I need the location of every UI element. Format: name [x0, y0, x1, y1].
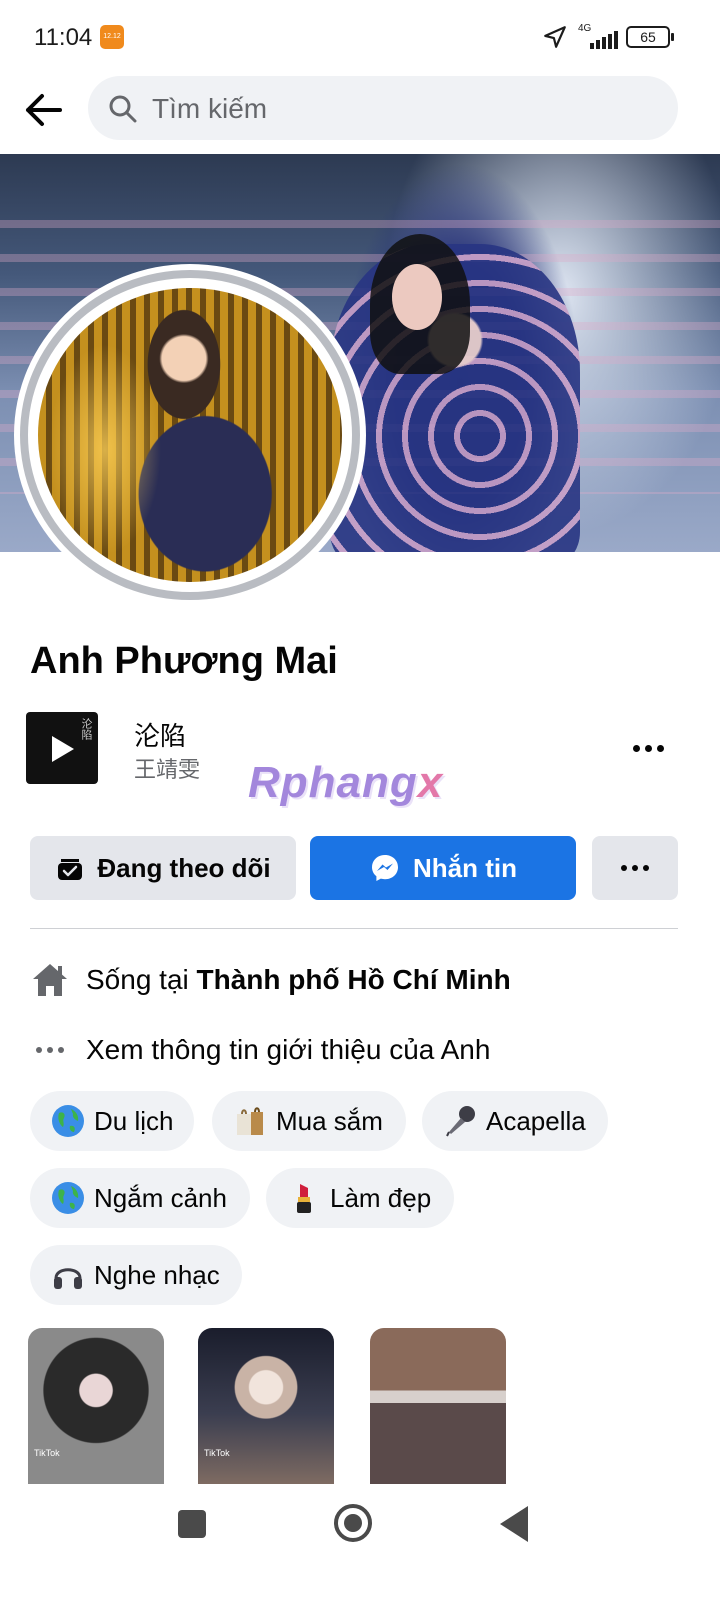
status-bar: 11:04 12.12 4G 65 [0, 0, 720, 72]
status-indicators: 4G 65 [542, 22, 674, 52]
microphone-icon [442, 1103, 478, 1139]
status-time: 11:04 [34, 24, 93, 51]
featured-story[interactable] [370, 1328, 506, 1484]
watermark: Rphangx [248, 758, 444, 807]
more-dots-icon [621, 836, 649, 900]
profile-more-button[interactable] [592, 836, 678, 900]
home-icon [30, 960, 70, 1000]
music-more-button[interactable] [618, 728, 678, 768]
profile-name: Anh Phương Mai [30, 640, 338, 682]
interest-label: Mua sắm [276, 1105, 383, 1136]
headphones-icon [50, 1257, 86, 1293]
profile-avatar[interactable] [14, 264, 366, 606]
interest-chip[interactable]: Nghe nhạc [30, 1245, 242, 1305]
globe-icon [50, 1103, 86, 1139]
play-icon [52, 736, 74, 762]
interest-label: Nghe nhạc [94, 1259, 220, 1290]
shopping-bag-icon [232, 1103, 268, 1139]
interest-label: Du lịch [94, 1105, 174, 1136]
top-bar: Tìm kiếm [0, 72, 720, 152]
shopee-notification-icon: 12.12 [100, 25, 124, 49]
following-label: Đang theo dõi [97, 852, 271, 883]
interest-chip[interactable]: Acapella [422, 1091, 608, 1151]
interest-label: Acapella [486, 1105, 586, 1136]
following-button[interactable]: Đang theo dõi [30, 836, 296, 900]
music-artist: 王靖雯 [134, 757, 201, 782]
lives-in-text: Sống tại Thành phố Hồ Chí Minh [86, 964, 511, 995]
search-bar[interactable]: Tìm kiếm [88, 76, 678, 140]
location-arrow-icon [544, 26, 566, 48]
about-row[interactable]: Xem thông tin giới thiệu của Anh [30, 1028, 490, 1072]
lipstick-icon [286, 1180, 322, 1216]
globe-icon [50, 1180, 86, 1216]
message-label: Nhắn tin [413, 852, 517, 883]
back-button[interactable] [20, 86, 68, 134]
messenger-icon [372, 855, 398, 881]
about-label: Xem thông tin giới thiệu của Anh [86, 1034, 491, 1065]
interest-chip[interactable]: Du lịch [30, 1091, 194, 1151]
featured-story[interactable]: TikTok [28, 1328, 164, 1484]
more-dots-icon [618, 728, 678, 768]
system-back-button[interactable] [500, 1506, 528, 1542]
battery-icon: 65 [626, 26, 674, 48]
divider [30, 928, 678, 929]
music-play-button[interactable]: 沦陷 [26, 712, 98, 784]
tiktok-badge: TikTok [204, 1448, 230, 1458]
interest-label: Làm đẹp [330, 1182, 432, 1213]
more-dots-icon [30, 1030, 70, 1070]
recent-apps-button[interactable] [178, 1510, 206, 1538]
battery-level: 65 [640, 29, 656, 45]
signal-icon: 4G [578, 23, 618, 49]
music-title[interactable]: 沦陷 [134, 716, 186, 753]
home-button[interactable] [334, 1504, 372, 1542]
system-nav-bar [0, 1484, 720, 1600]
following-check-icon [58, 859, 83, 880]
interest-chip[interactable]: Ngắm cảnh [30, 1168, 250, 1228]
interest-label: Ngắm cảnh [94, 1182, 227, 1213]
search-icon [109, 95, 137, 123]
search-placeholder: Tìm kiếm [152, 93, 268, 124]
interest-chip[interactable]: Làm đẹp [266, 1168, 454, 1228]
music-cover-text: 沦陷 [80, 718, 92, 740]
lives-in-row: Sống tại Thành phố Hồ Chí Minh [30, 958, 511, 1002]
featured-story[interactable]: TikTok [198, 1328, 334, 1484]
interest-chip[interactable]: Mua sắm [212, 1091, 406, 1151]
lives-in-city[interactable]: Thành phố Hồ Chí Minh [197, 964, 511, 995]
message-button[interactable]: Nhắn tin [310, 836, 576, 900]
tiktok-badge: TikTok [34, 1448, 60, 1458]
arrow-left-icon [26, 94, 62, 126]
